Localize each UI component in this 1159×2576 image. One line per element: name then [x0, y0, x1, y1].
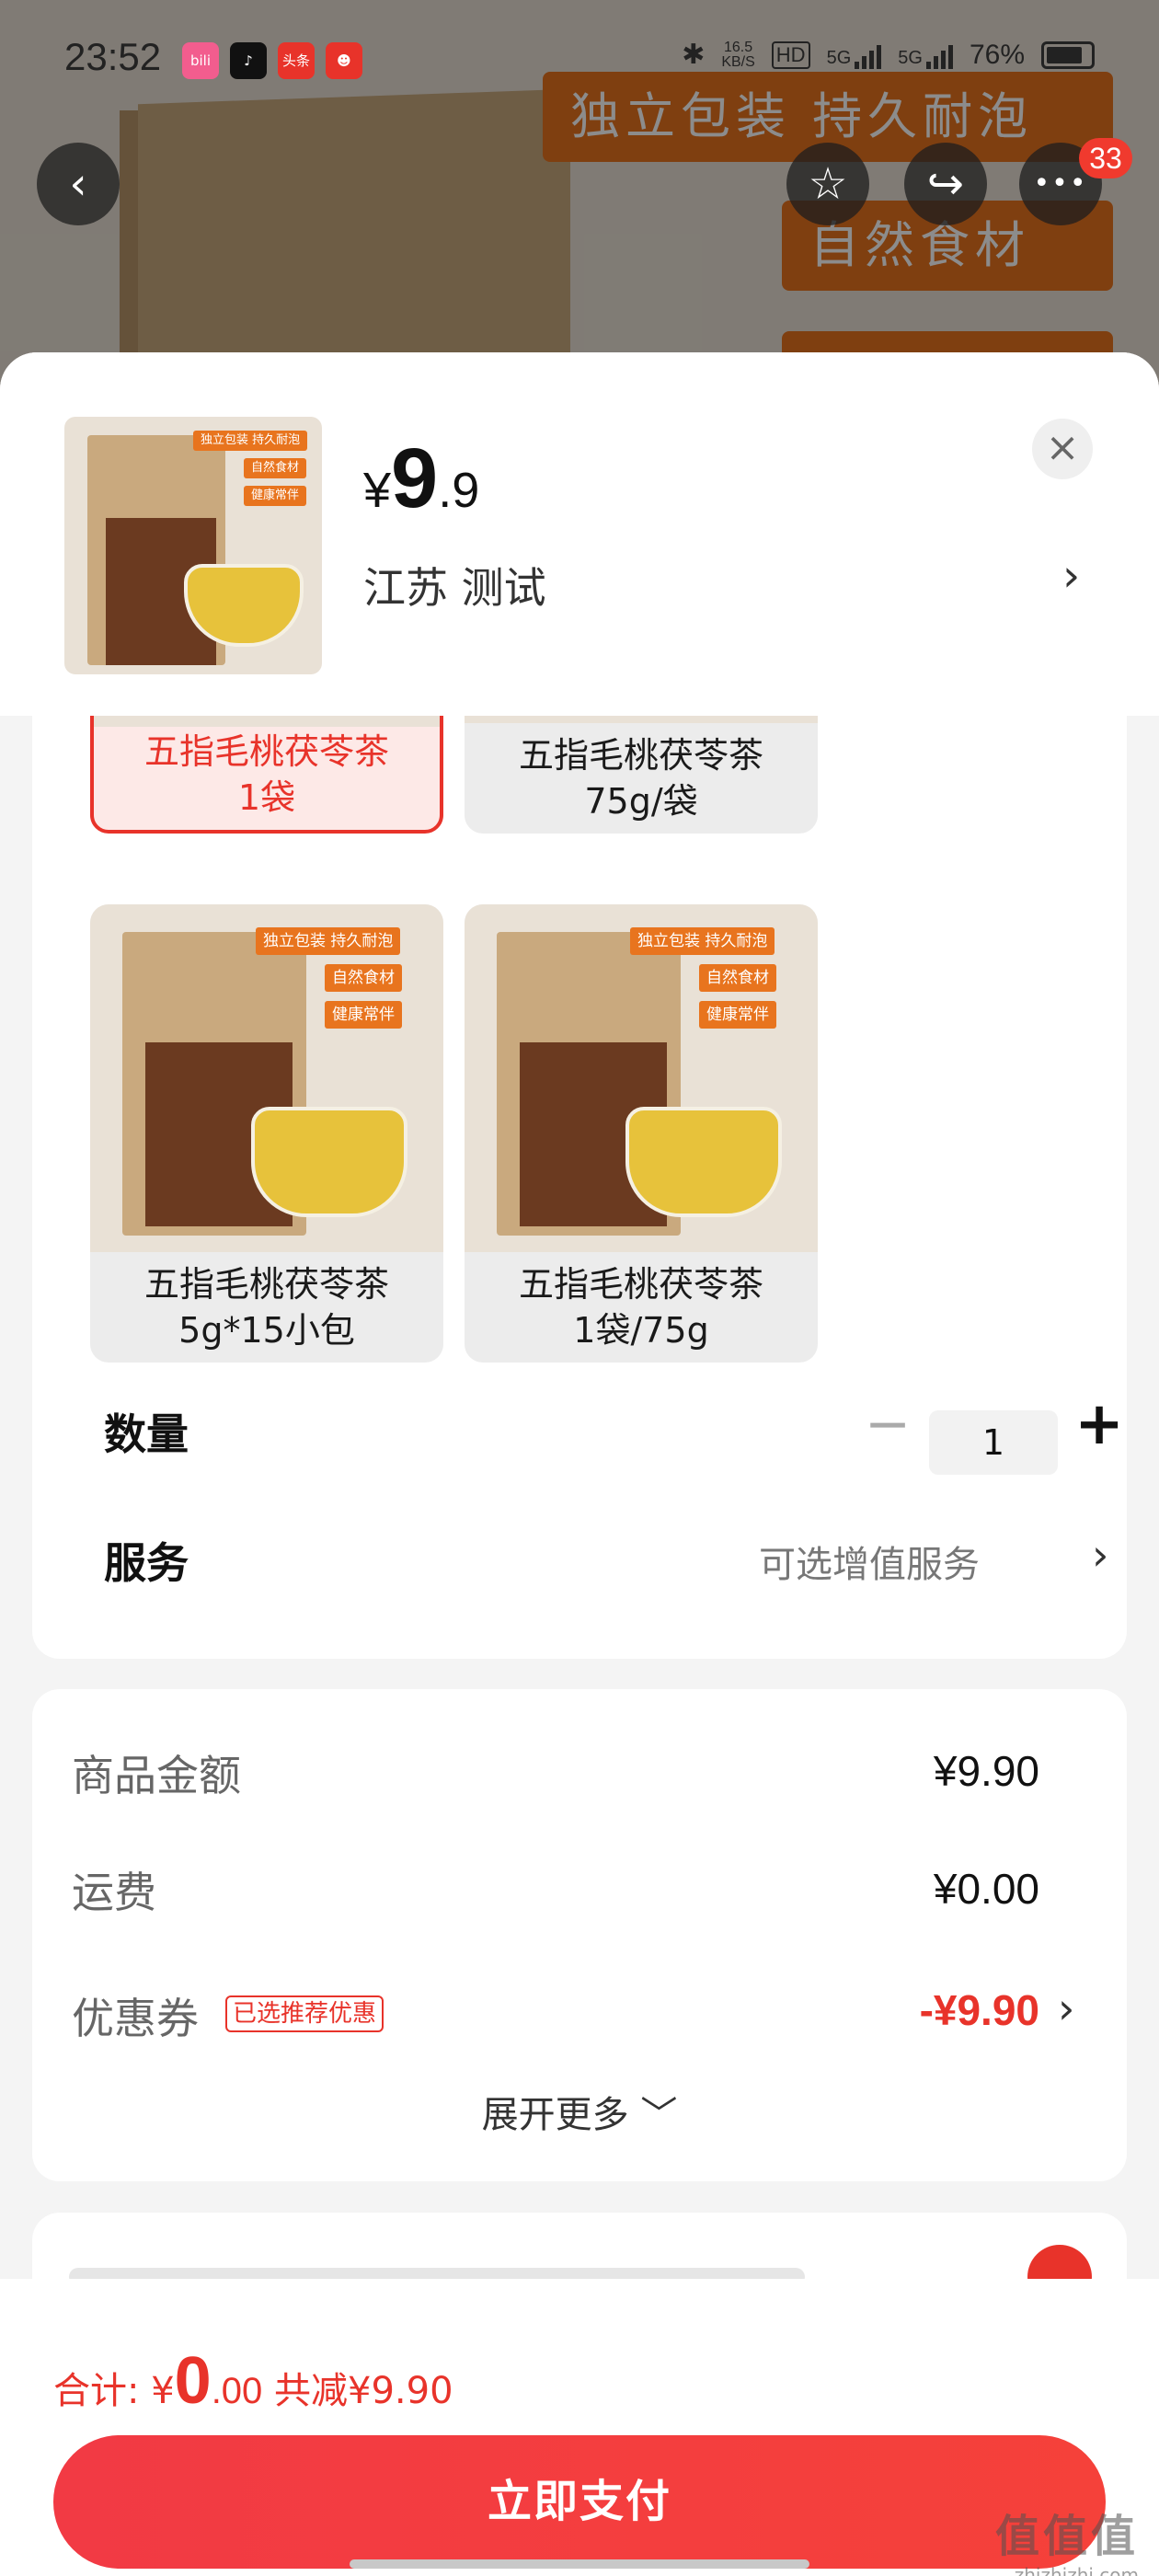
- shipping-fee-label: 运费: [72, 1868, 156, 1917]
- douyin-icon: ♪: [230, 42, 267, 79]
- system-icons: ✱ 16.5 KB/S HD 5G 5G 76%: [682, 39, 1095, 71]
- status-app-icons: bili ♪ 头条 ☻: [182, 42, 362, 79]
- watermark-logo: 值值值 zhizhizhi.com: [994, 2511, 1139, 2576]
- checkout-bar: 合计: ¥0.00 共减¥9.90 立即支付 值值值 zhizhizhi.com: [0, 2279, 1159, 2576]
- product-price: ¥9.9: [363, 431, 480, 525]
- service-label: 服务: [104, 1538, 189, 1588]
- quantity-increment-button[interactable]: +: [1072, 1392, 1127, 1456]
- chevron-right-icon: ›: [1058, 1984, 1075, 2033]
- chevron-right-icon: ›: [1092, 1530, 1109, 1580]
- pay-now-button[interactable]: 立即支付: [53, 2435, 1106, 2569]
- close-button[interactable]: ×: [1032, 419, 1093, 479]
- message-count-badge: 33: [1079, 138, 1132, 178]
- variant-name: 五指毛桃茯苓茶 5g*15小包: [143, 1264, 389, 1351]
- star-icon: ☆: [808, 158, 848, 210]
- variant-image: 独立包装 持久耐泡 自然食材 健康常伴: [90, 904, 443, 1252]
- coupon-label: 优惠券: [72, 1994, 199, 2043]
- variant-option[interactable]: 独立包装 持久耐泡 自然食材 健康常伴 五指毛桃茯苓茶 1袋/75g: [465, 904, 818, 1363]
- variant-name: 五指毛桃茯苓茶 1袋/75g: [518, 1264, 763, 1351]
- share-button[interactable]: ↪: [904, 143, 987, 225]
- discount-total: 共减¥9.90: [262, 2370, 453, 2412]
- net-speed: 16.5 KB/S: [721, 39, 755, 70]
- chevron-left-icon: ‹: [69, 158, 87, 210]
- coupon-recommended-badge: 已选推荐优惠: [225, 1995, 384, 2032]
- battery-percent: 76%: [969, 39, 1025, 70]
- order-summary: 商品金额 ¥9.90 运费 ¥0.00 优惠券 已选推荐优惠 -¥9.90 › …: [32, 1689, 1127, 2181]
- variant-name: 五指毛桃茯苓茶 1袋: [143, 731, 389, 818]
- total-amount: 合计: ¥0.00 共减¥9.90: [53, 2344, 453, 2418]
- hd-icon: HD: [771, 40, 810, 69]
- bluetooth-icon: ✱: [682, 40, 706, 70]
- more-dots-icon: •••: [1033, 167, 1088, 200]
- signal-bars-icon: [855, 41, 882, 69]
- goods-amount-value: ¥9.90: [933, 1747, 1039, 1795]
- sheet-header: 独立包装 持久耐泡 自然食材 健康常伴 ¥9.9 江苏 测试 › ×: [0, 352, 1159, 716]
- status-time: 23:52: [64, 35, 162, 78]
- goods-amount-label: 商品金额: [72, 1751, 241, 1800]
- share-icon: ↪: [926, 158, 965, 210]
- home-indicator[interactable]: [350, 2559, 809, 2569]
- coupon-value[interactable]: -¥9.90: [920, 1985, 1039, 2035]
- shipping-fee-value: ¥0.00: [933, 1865, 1039, 1913]
- status-bar: 23:52 bili ♪ 头条 ☻ ✱ 16.5 KB/S HD 5G 5G 7…: [0, 0, 1159, 124]
- notify-app-icon: ☻: [326, 42, 362, 79]
- quantity-input[interactable]: 1: [929, 1410, 1058, 1475]
- product-thumbnail[interactable]: 独立包装 持久耐泡 自然食材 健康常伴: [64, 417, 322, 674]
- signal-5g-1: 5G: [827, 41, 882, 69]
- back-button[interactable]: ‹: [37, 143, 120, 225]
- battery-icon: [1041, 40, 1095, 69]
- expand-more-button[interactable]: 展开更多 ﹀: [32, 2085, 1127, 2138]
- variant-option[interactable]: 独立包装 持久耐泡 自然食材 健康常伴 五指毛桃茯苓茶 5g*15小包: [90, 904, 443, 1363]
- signal-5g-2: 5G: [898, 41, 953, 69]
- shipping-address[interactable]: 江苏 测试: [363, 555, 546, 615]
- quantity-label: 数量: [104, 1409, 189, 1459]
- quantity-decrement-button[interactable]: −: [860, 1392, 915, 1456]
- purchase-sheet: 五指毛桃茯苓茶 1袋 五指毛桃茯苓茶 75g/袋 独立包装 持久耐泡 自然食材 …: [0, 352, 1159, 2576]
- favorite-button[interactable]: ☆: [786, 143, 869, 225]
- chevron-right-icon: ›: [1062, 550, 1081, 602]
- service-selector[interactable]: 可选增值服务: [759, 1535, 980, 1588]
- variant-name: 五指毛桃茯苓茶 75g/袋: [518, 735, 763, 822]
- variant-image: 独立包装 持久耐泡 自然食材 健康常伴: [465, 904, 818, 1252]
- bilibili-icon: bili: [182, 42, 219, 79]
- toutiao-icon: 头条: [278, 42, 315, 79]
- signal-bars-icon: [925, 41, 953, 69]
